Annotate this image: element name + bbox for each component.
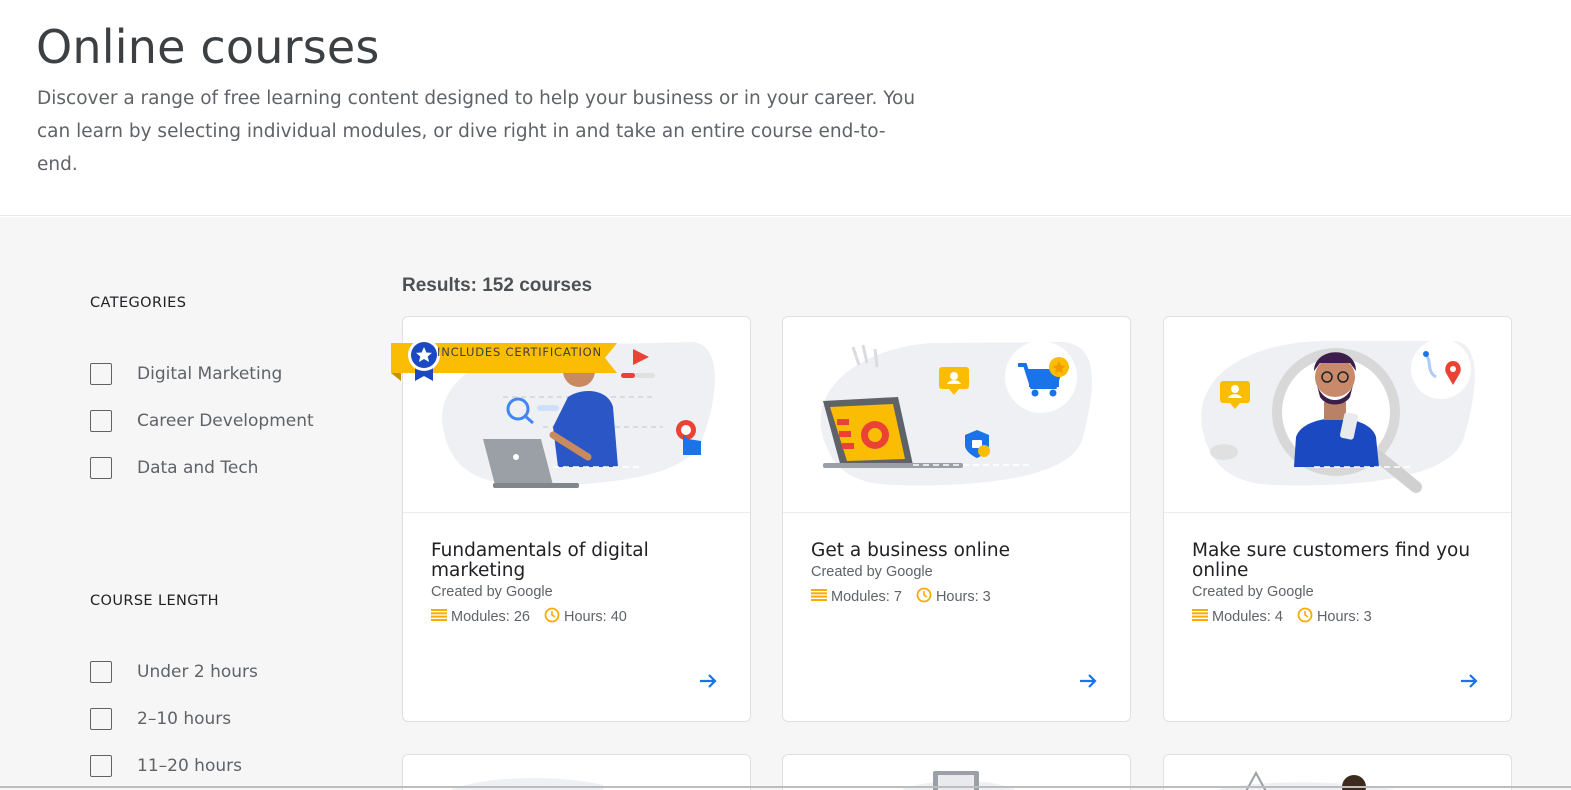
- hours-count: Hours: 3: [935, 589, 991, 605]
- modules-icon: [811, 589, 827, 605]
- course-meta: Modules: 7 Hours: 3: [811, 587, 991, 607]
- course-title[interactable]: Make sure customers find you online: [1192, 541, 1492, 581]
- filter-label: 11–20 hours: [137, 756, 242, 776]
- filter-label: Data and Tech: [137, 458, 259, 478]
- course-illustration: [1164, 317, 1511, 513]
- filter-label: Under 2 hours: [137, 662, 258, 682]
- filter-label: Career Development: [137, 411, 314, 431]
- modules-count: Modules: 4: [1212, 609, 1283, 625]
- modules-count: Modules: 26: [451, 609, 530, 625]
- hours-count: Hours: 3: [1316, 609, 1372, 625]
- course-card-partial[interactable]: [1163, 754, 1512, 790]
- course-title[interactable]: Fundamentals of digital marketing: [431, 541, 731, 581]
- filter-11-20-hours[interactable]: 11–20 hours: [90, 754, 242, 778]
- course-meta: Modules: 26 Hours: 40: [431, 607, 627, 627]
- checkbox[interactable]: [90, 410, 112, 432]
- checkbox[interactable]: [90, 708, 112, 730]
- filter-label: Digital Marketing: [137, 364, 283, 384]
- modules-icon: [431, 609, 447, 625]
- course-card[interactable]: Get a business online Created by Google …: [782, 316, 1131, 722]
- checkbox[interactable]: [90, 457, 112, 479]
- hours-count: Hours: 40: [564, 609, 627, 625]
- course-title[interactable]: Get a business online: [811, 541, 1111, 561]
- filter-2-10-hours[interactable]: 2–10 hours: [90, 707, 231, 731]
- clock-icon: [1297, 607, 1313, 627]
- course-card-partial[interactable]: [782, 754, 1131, 790]
- course-browser: CATEGORIES Digital Marketing Career Deve…: [0, 217, 1571, 790]
- filter-data-and-tech[interactable]: Data and Tech: [90, 456, 258, 480]
- checkbox[interactable]: [90, 755, 112, 777]
- filter-under-2-hours[interactable]: Under 2 hours: [90, 660, 258, 684]
- modules-icon: [1192, 609, 1208, 625]
- course-length-heading: COURSE LENGTH: [90, 593, 219, 609]
- course-card[interactable]: INCLUDES CERTIFICATION Fundamentals of d…: [391, 316, 751, 722]
- results-count: Results: 152 courses: [402, 275, 593, 296]
- filter-label: 2–10 hours: [137, 709, 232, 729]
- arrow-right-icon[interactable]: [1457, 669, 1481, 693]
- course-card-partial[interactable]: [402, 754, 751, 790]
- course-illustration: [783, 317, 1130, 513]
- course-meta: Modules: 4 Hours: 3: [1192, 607, 1372, 627]
- course-author: Created by Google: [1192, 584, 1314, 600]
- modules-count: Modules: 7: [831, 589, 902, 605]
- certification-badge: INCLUDES CERTIFICATION: [391, 337, 617, 381]
- clock-icon: [916, 587, 932, 607]
- certification-badge-label: INCLUDES CERTIFICATION: [437, 345, 602, 359]
- viewport-bottom-divider: [0, 786, 1571, 788]
- page-description: Discover a range of free learning conten…: [37, 88, 916, 175]
- course-author: Created by Google: [811, 564, 933, 580]
- clock-icon: [544, 607, 560, 627]
- course-author: Created by Google: [431, 584, 553, 600]
- filter-career-development[interactable]: Career Development: [90, 409, 314, 433]
- arrow-right-icon[interactable]: [696, 669, 720, 693]
- checkbox[interactable]: [90, 363, 112, 385]
- filter-digital-marketing[interactable]: Digital Marketing: [90, 362, 282, 386]
- categories-heading: CATEGORIES: [90, 295, 187, 311]
- course-card[interactable]: Make sure customers find you online Crea…: [1163, 316, 1512, 722]
- page-title: Online courses: [36, 20, 380, 74]
- checkbox[interactable]: [90, 661, 112, 683]
- arrow-right-icon[interactable]: [1076, 669, 1100, 693]
- page-header: Online courses Discover a range of free …: [0, 0, 1571, 216]
